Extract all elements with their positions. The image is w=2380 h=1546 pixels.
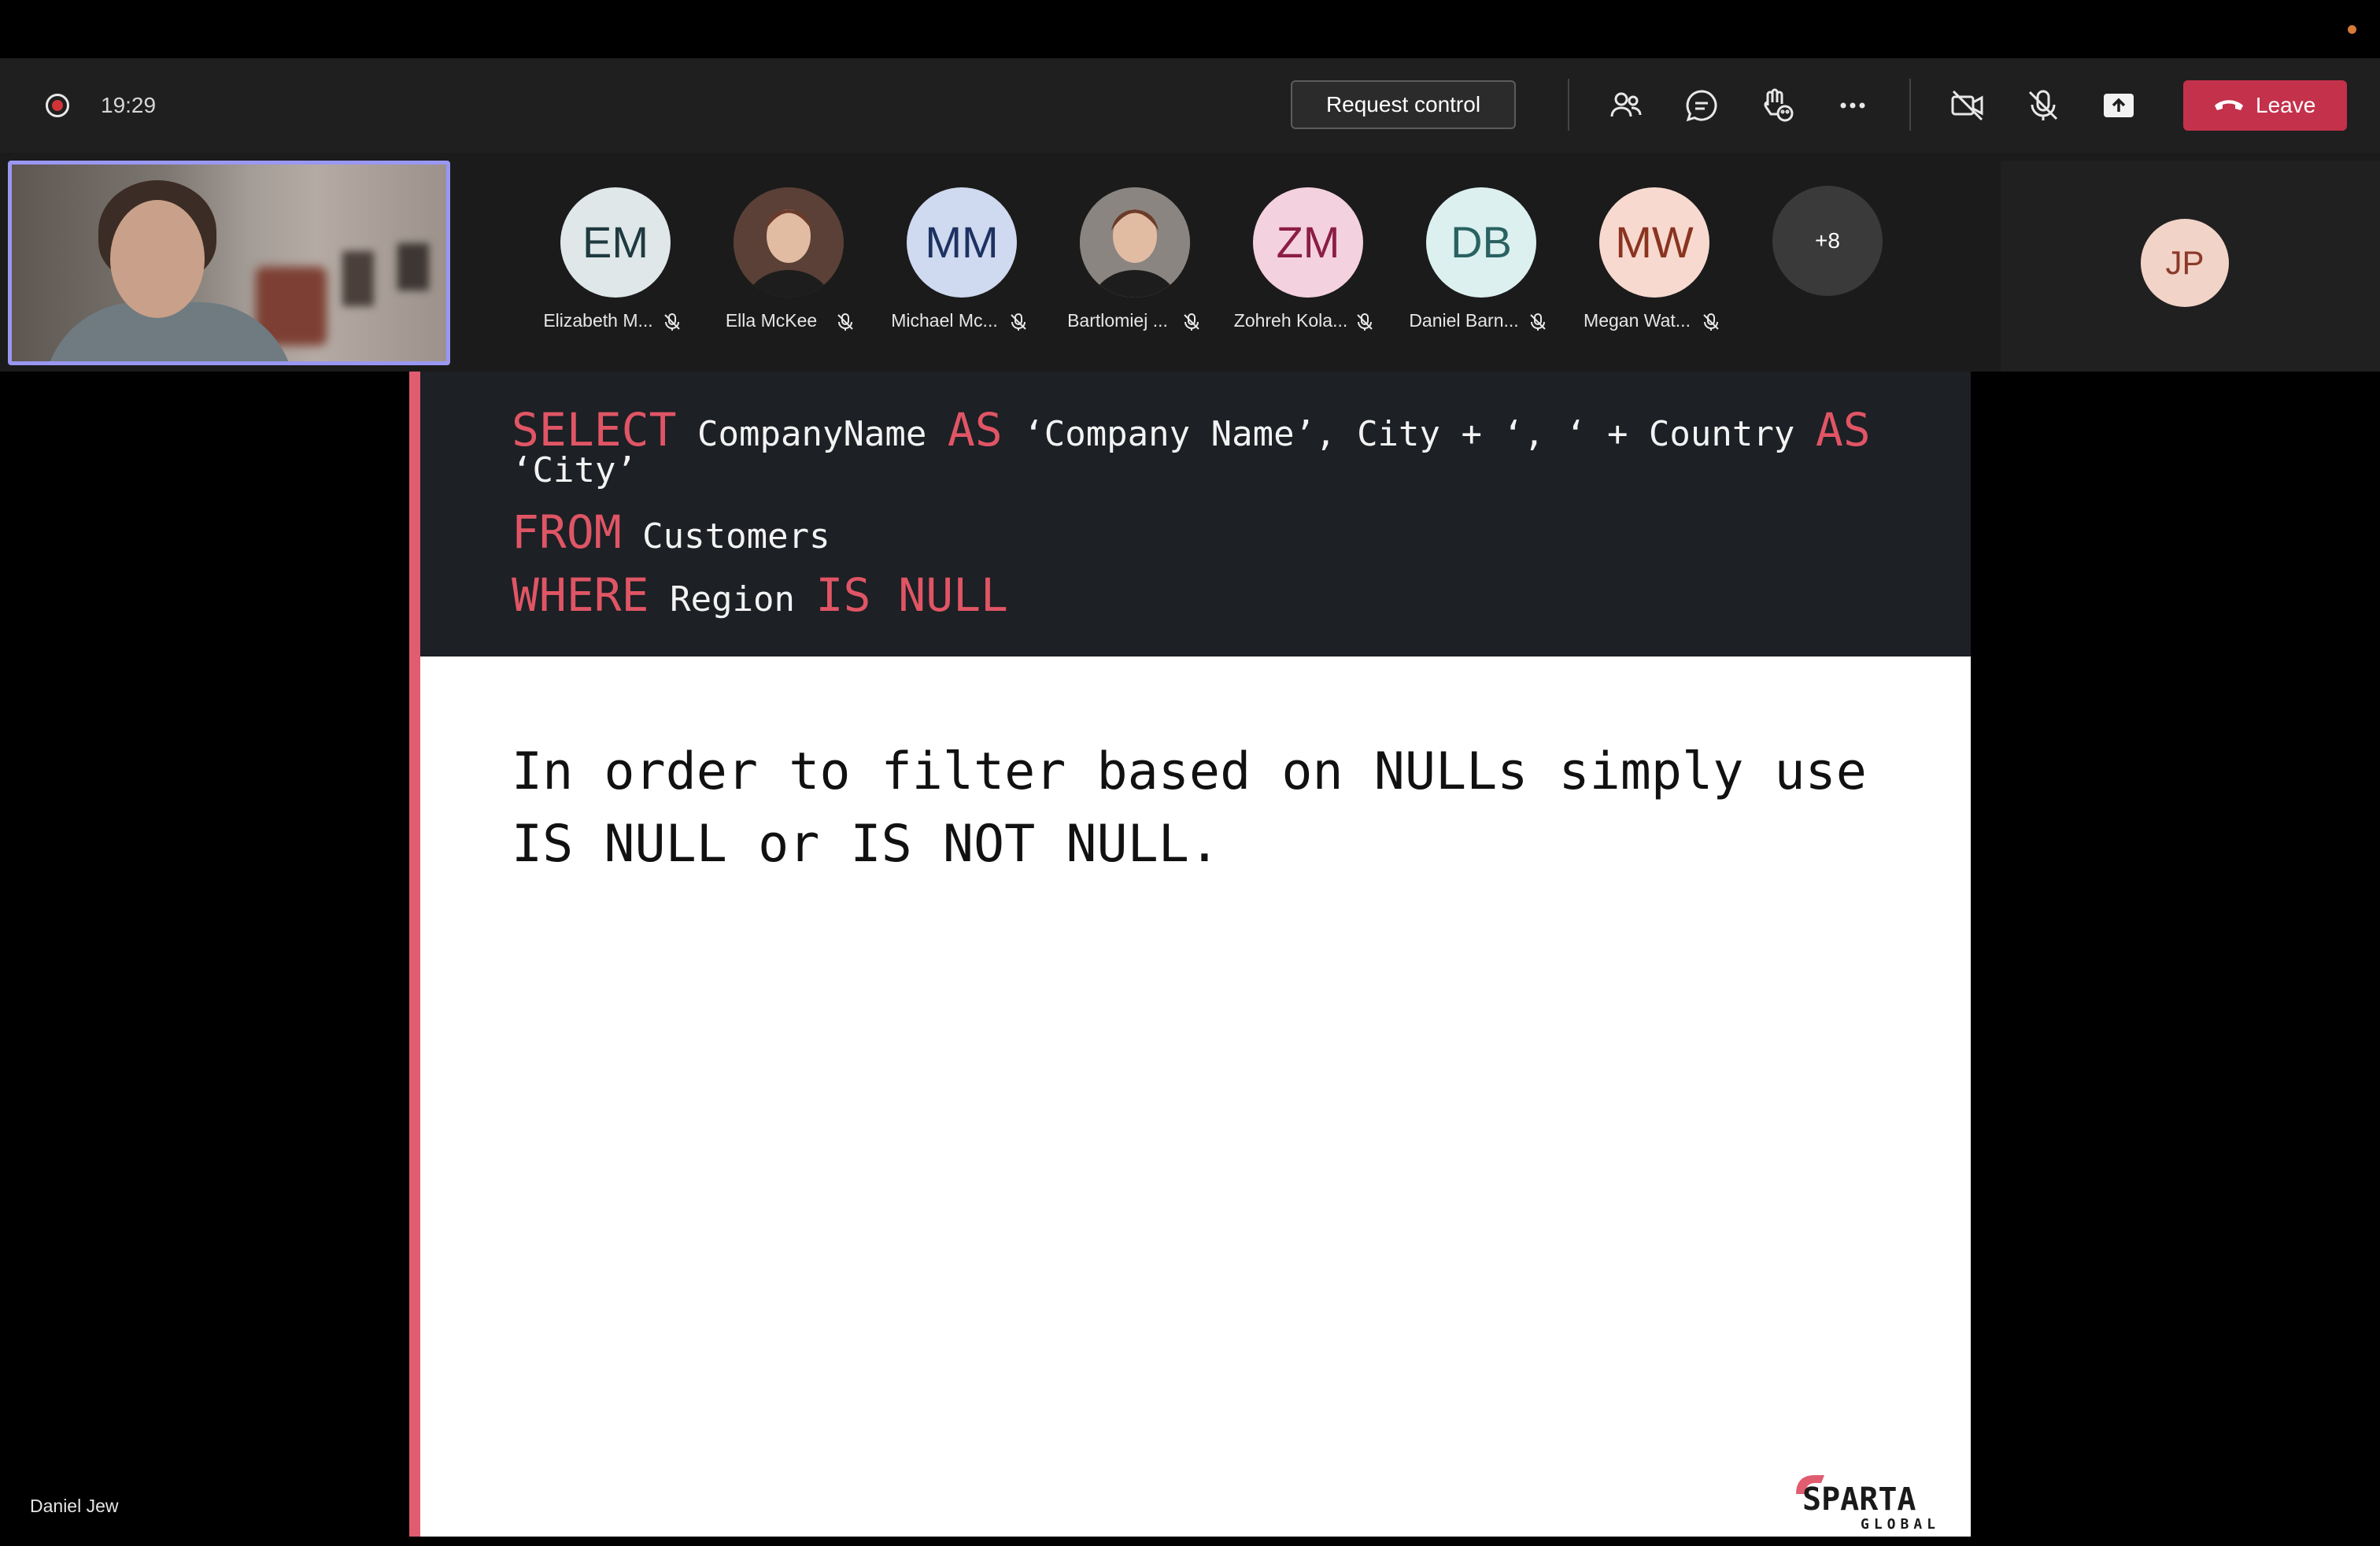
participant-name: Daniel Barn... xyxy=(1409,310,1519,331)
participant-tile[interactable]: DB Daniel Barn... xyxy=(1385,187,1558,345)
chat-icon[interactable] xyxy=(1681,85,1722,126)
participants-icon[interactable] xyxy=(1606,85,1646,126)
code-text: Region xyxy=(649,579,816,620)
avatar: JP xyxy=(2141,219,2229,307)
participant-tile[interactable]: Bartlomiej ... xyxy=(1039,187,1212,345)
participant-name: Michael Mc... xyxy=(891,310,998,331)
more-participants-button[interactable]: +8 xyxy=(1772,186,1883,296)
sql-keyword: SELECT xyxy=(512,403,677,457)
participant-tile[interactable]: ZM Zohreh Kola... xyxy=(1212,187,1385,345)
code-block: SELECT CompanyName AS ‘Company Name’, Ci… xyxy=(420,372,1971,656)
mic-off-icon xyxy=(1700,311,1722,333)
mic-off-icon xyxy=(1181,311,1203,333)
code-text: ‘Company Name’, City + ‘, ‘ + Country xyxy=(1002,414,1816,454)
participant-name: Ella McKee xyxy=(725,310,818,331)
participant-tile[interactable]: MW Megan Wat... xyxy=(1558,187,1731,345)
avatar: MW xyxy=(1599,187,1709,298)
participant-tile[interactable]: Ella McKee xyxy=(693,187,866,345)
participant-name: Megan Wat... xyxy=(1584,310,1691,331)
slide-accent-bar xyxy=(409,372,420,1537)
avatar xyxy=(1080,187,1190,298)
meeting-timer: 19:29 xyxy=(101,93,157,117)
code-line: WHERE Region IS NULL xyxy=(512,568,1008,622)
avatar: EM xyxy=(560,187,671,298)
toolbar-divider xyxy=(1568,79,1569,131)
avatar: MM xyxy=(907,187,1017,298)
sql-keyword: AS xyxy=(1815,403,1871,457)
avatar: ZM xyxy=(1253,187,1363,298)
logo-subtitle: GLOBAL xyxy=(1861,1516,1940,1533)
mic-off-icon xyxy=(661,311,683,333)
code-text: ‘City’ xyxy=(512,450,637,490)
participant-tile[interactable]: MM Michael Mc... xyxy=(866,187,1039,345)
code-line: FROM Customers xyxy=(512,505,830,559)
mic-off-icon xyxy=(1527,311,1549,333)
participant-tile[interactable]: EM Elizabeth M... xyxy=(519,187,693,345)
phone-hangup-icon xyxy=(2215,100,2243,110)
sparta-global-logo: SPARTA GLOBAL xyxy=(1796,1475,1940,1533)
participant-name: Zohreh Kola... xyxy=(1233,310,1348,331)
mic-off-icon xyxy=(1007,311,1029,333)
code-line: ‘City’ xyxy=(512,450,637,490)
participant-name: Bartlomiej ... xyxy=(1067,310,1168,331)
code-line: SELECT CompanyName AS ‘Company Name’, Ci… xyxy=(512,403,1871,457)
request-control-button[interactable]: Request control xyxy=(1291,80,1516,129)
sql-keyword: AS xyxy=(947,403,1003,457)
mic-off-icon xyxy=(834,311,856,333)
mic-off-icon[interactable] xyxy=(2023,85,2064,126)
leave-button[interactable]: Leave xyxy=(2183,80,2347,131)
reactions-icon[interactable] xyxy=(1757,85,1798,126)
slide-body-text: In order to filter based on NULLs simply… xyxy=(512,736,1928,881)
leave-label: Leave xyxy=(2256,93,2316,117)
sql-keyword: WHERE xyxy=(512,568,649,622)
participant-name: Elizabeth M... xyxy=(543,310,653,331)
slide-body-line: In order to filter based on NULLs simply… xyxy=(512,742,1867,801)
logo-wordmark: SPARTA xyxy=(1802,1481,1916,1518)
avatar: DB xyxy=(1426,187,1536,298)
sql-keyword: IS NULL xyxy=(815,568,1008,622)
presenter-name-label: Daniel Jew xyxy=(30,1496,119,1516)
more-options-icon[interactable] xyxy=(1832,85,1873,126)
avatar xyxy=(734,187,844,298)
system-bar xyxy=(0,0,2380,58)
toolbar-divider xyxy=(1909,79,1911,131)
code-text: Customers xyxy=(621,516,830,557)
self-video-tile[interactable] xyxy=(8,161,450,365)
status-dot xyxy=(2348,25,2356,34)
mic-off-icon xyxy=(1354,311,1376,333)
camera-off-icon[interactable] xyxy=(1947,85,1988,126)
slide-body-line: IS NULL or IS NOT NULL. xyxy=(512,815,1221,874)
sql-keyword: FROM xyxy=(512,505,622,559)
share-tray-icon[interactable] xyxy=(2098,85,2139,126)
code-text: CompanyName xyxy=(676,414,948,454)
recording-indicator-icon xyxy=(46,94,69,117)
